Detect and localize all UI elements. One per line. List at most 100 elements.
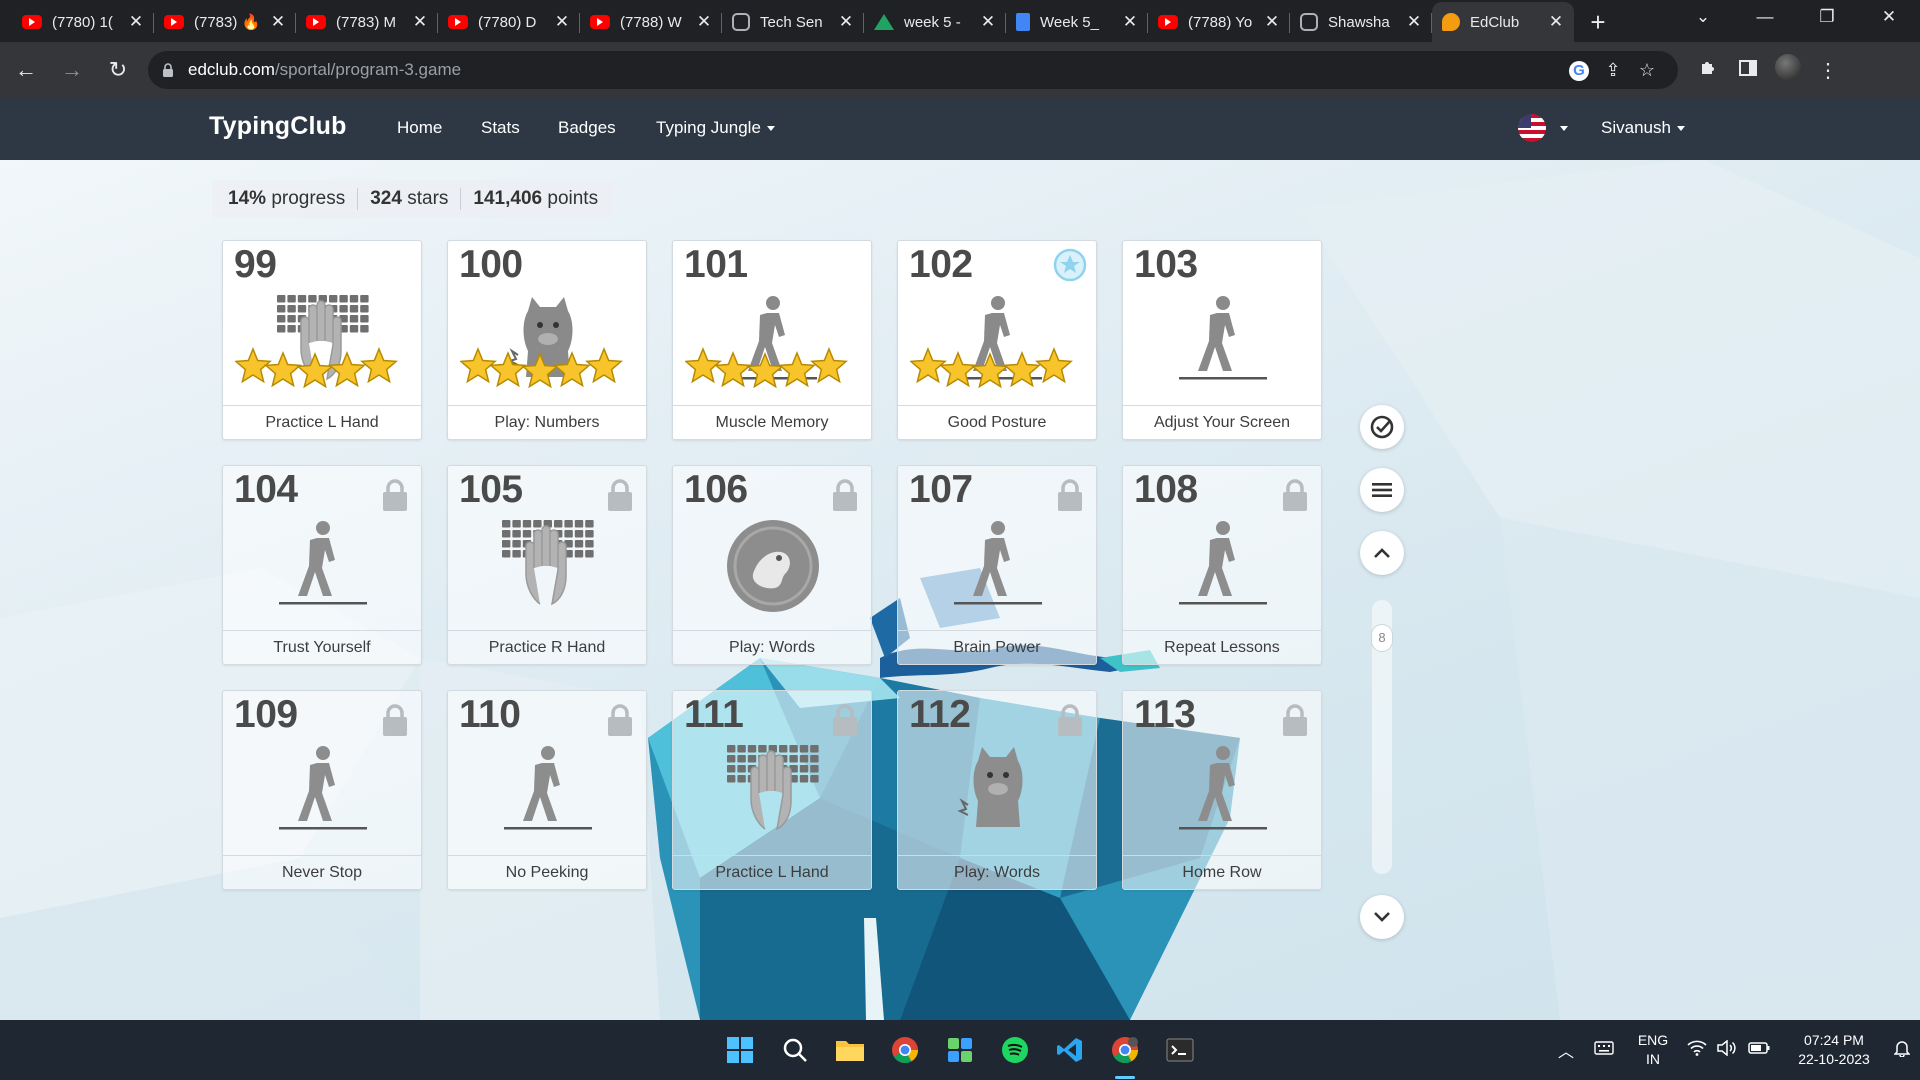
lesson-card[interactable]: 109 Never Stop <box>222 690 422 890</box>
progress-label: progress <box>271 188 346 209</box>
lesson-number: 100 <box>459 243 523 286</box>
address-bar[interactable]: edclub.com/sportal/program-3.game G ⇪ ☆ <box>148 51 1678 89</box>
side-panel-icon[interactable] <box>1728 59 1768 82</box>
close-tab-icon[interactable]: ✕ <box>270 12 286 32</box>
reload-button[interactable]: ↻ <box>98 50 138 90</box>
browser-tab[interactable]: Week 5_ ✕ <box>1006 2 1148 42</box>
keyboard-hand-icon <box>727 745 819 831</box>
lesson-card[interactable]: 113 Home Row <box>1122 690 1322 890</box>
vscode-icon[interactable] <box>1054 1034 1086 1066</box>
lesson-card[interactable]: 101 Muscle Memory <box>672 240 872 440</box>
close-tab-icon[interactable]: ✕ <box>980 12 996 32</box>
language-indicator[interactable]: ENG IN <box>1624 1031 1682 1069</box>
forward-button[interactable]: → <box>52 50 92 90</box>
close-tab-icon[interactable]: ✕ <box>412 12 428 32</box>
lesson-card[interactable]: 105 Practice R Hand <box>447 465 647 665</box>
lock-icon <box>608 704 632 736</box>
user-menu[interactable]: Sivanush <box>1601 118 1685 138</box>
spotify-icon[interactable] <box>999 1034 1031 1066</box>
minimize-button[interactable]: — <box>1734 7 1796 27</box>
lesson-card[interactable]: 111 Practice L Hand <box>672 690 872 890</box>
star-icon <box>939 351 977 388</box>
profile-avatar[interactable] <box>1768 54 1808 86</box>
bookmark-star-icon[interactable]: ☆ <box>1630 60 1664 81</box>
tab-search-icon[interactable]: ⌄ <box>1672 7 1734 27</box>
hamburger-icon <box>1372 483 1392 497</box>
close-tab-icon[interactable]: ✕ <box>696 12 712 32</box>
lesson-card[interactable]: 107 Brain Power <box>897 465 1097 665</box>
wifi-icon[interactable] <box>1682 1040 1712 1061</box>
close-tab-icon[interactable]: ✕ <box>1264 12 1280 32</box>
youtube-icon <box>590 15 610 29</box>
windows-start-icon[interactable] <box>724 1034 756 1066</box>
youtube-icon <box>1158 15 1178 29</box>
extensions-icon[interactable] <box>1688 58 1728 82</box>
menu-button[interactable] <box>1360 468 1404 512</box>
back-button[interactable]: ← <box>6 50 46 90</box>
lesson-card[interactable]: 104 Trust Yourself <box>222 465 422 665</box>
star-icon <box>585 347 623 384</box>
browser-tab[interactable]: (7780) 1(✕ <box>12 2 154 42</box>
browser-tab[interactable]: (7783) M ✕ <box>296 2 438 42</box>
lesson-card[interactable]: 112 Play: Words <box>897 690 1097 890</box>
close-tab-icon[interactable]: ✕ <box>554 12 570 32</box>
nav-home[interactable]: Home <box>397 118 442 138</box>
brand-logo[interactable]: TypingClub <box>209 112 347 141</box>
browser-tab[interactable]: (7788) W ✕ <box>580 2 722 42</box>
close-tab-icon[interactable]: ✕ <box>838 12 854 32</box>
lesson-card[interactable]: 108 Repeat Lessons <box>1122 465 1322 665</box>
notification-bell-icon[interactable] <box>1884 1039 1920 1062</box>
lesson-card[interactable]: 103 Adjust Your Screen <box>1122 240 1322 440</box>
terminal-icon[interactable] <box>1164 1034 1196 1066</box>
browser-tab[interactable]: EdClub ✕ <box>1432 2 1574 42</box>
close-tab-icon[interactable]: ✕ <box>1406 12 1422 32</box>
chevron-up-icon[interactable]: ︿ <box>1548 1038 1584 1062</box>
keyboard-icon[interactable] <box>1584 1040 1624 1060</box>
chrome-icon[interactable] <box>889 1034 921 1066</box>
browser-tab[interactable]: Tech Sen ✕ <box>722 2 864 42</box>
scroll-up-button[interactable] <box>1360 531 1404 575</box>
chevron-down-icon[interactable] <box>1560 126 1568 131</box>
browser-tab[interactable]: week 5 - ✕ <box>864 2 1006 42</box>
nav-stats[interactable]: Stats <box>481 118 520 138</box>
lesson-card[interactable]: 100 Play: Numbers <box>447 240 647 440</box>
battery-icon[interactable] <box>1742 1041 1776 1060</box>
star-icon <box>810 347 848 384</box>
close-tab-icon[interactable]: ✕ <box>1548 12 1564 32</box>
close-window-button[interactable]: ✕ <box>1858 7 1920 27</box>
chrome-profile-icon[interactable] <box>1109 1034 1141 1066</box>
nav-typing-jungle[interactable]: Typing Jungle <box>656 118 775 138</box>
clock[interactable]: 07:24 PM 22-10-2023 <box>1784 1031 1884 1069</box>
browser-tab[interactable]: (7780) D ✕ <box>438 2 580 42</box>
page-viewport: TypingClub Home Stats Badges Typing Jung… <box>0 98 1920 1020</box>
browser-tab[interactable]: (7788) Yo ✕ <box>1148 2 1290 42</box>
close-tab-icon[interactable]: ✕ <box>1122 12 1138 32</box>
browser-tab[interactable]: Shawsha ✕ <box>1290 2 1432 42</box>
nav-badges[interactable]: Badges <box>558 118 616 138</box>
restore-button[interactable]: ❐ <box>1796 7 1858 27</box>
browser-tab[interactable]: (7783) 🔥 ✕ <box>154 2 296 42</box>
youtube-icon <box>448 15 468 29</box>
us-flag-icon[interactable] <box>1518 114 1546 142</box>
lesson-illustration <box>713 516 833 616</box>
lesson-number: 99 <box>234 243 277 286</box>
scroll-down-button[interactable] <box>1360 895 1404 939</box>
file-explorer-icon[interactable] <box>834 1034 866 1066</box>
lock-icon[interactable] <box>162 63 174 77</box>
lesson-card[interactable]: 110 No Peeking <box>447 690 647 890</box>
progress-check-button[interactable] <box>1360 405 1404 449</box>
scroll-page-indicator[interactable]: 8 <box>1371 624 1393 652</box>
lesson-card[interactable]: 99 Practice L Hand <box>222 240 422 440</box>
youtube-icon <box>22 15 42 29</box>
browser-menu-icon[interactable]: ⋮ <box>1808 58 1848 83</box>
app-grid-icon[interactable] <box>944 1034 976 1066</box>
search-icon[interactable] <box>779 1034 811 1066</box>
lesson-card[interactable]: 102 Good Posture <box>897 240 1097 440</box>
new-tab-button[interactable]: + <box>1578 2 1618 42</box>
close-tab-icon[interactable]: ✕ <box>128 12 144 32</box>
volume-icon[interactable] <box>1712 1038 1742 1061</box>
lesson-title: Muscle Memory <box>673 405 871 439</box>
share-icon[interactable]: ⇪ <box>1596 60 1630 81</box>
lesson-card[interactable]: 106 Play: Words <box>672 465 872 665</box>
google-icon[interactable]: G <box>1562 59 1596 81</box>
